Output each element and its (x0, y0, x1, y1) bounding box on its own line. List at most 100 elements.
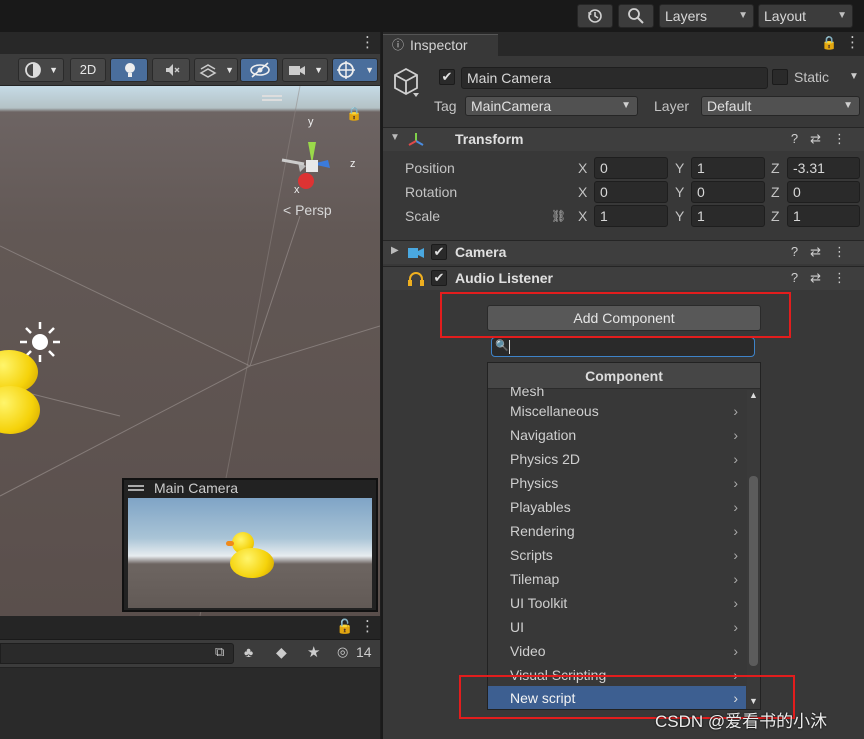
menu-item-ui-toolkit[interactable]: UI Toolkit › (488, 591, 746, 615)
mode-2d-label: 2D (79, 62, 97, 77)
menu-item-physics[interactable]: Physics › (488, 471, 746, 495)
effects-toggle[interactable]: ▼ (194, 58, 238, 82)
axis-x-label: X (578, 160, 588, 176)
gizmos-button[interactable]: ▼ (332, 58, 378, 82)
lock-icon[interactable]: 🔒 (821, 35, 837, 51)
layout-dropdown[interactable]: Layout ▼ (758, 4, 853, 28)
audio-toggle[interactable] (152, 58, 190, 82)
static-label: Static (794, 69, 830, 85)
foldout-expanded-icon[interactable]: ▼ (390, 132, 400, 143)
camera-preview-render (128, 498, 372, 608)
active-checkbox[interactable]: ✔ (439, 69, 455, 85)
filter-type-icon[interactable]: ♣ (244, 644, 253, 660)
audio-listener-enabled-checkbox[interactable]: ✔ (431, 270, 447, 286)
hidden-toggle-icon[interactable]: ◎ (337, 644, 348, 660)
chevron-right-icon: › (733, 403, 738, 419)
orientation-gizmo[interactable]: y z x (278, 116, 358, 208)
axis-y-label: Y (675, 184, 685, 200)
object-name-value: Main Camera (467, 70, 552, 86)
axis-x-label: x (294, 184, 300, 196)
field-value: 1 (697, 208, 705, 224)
lock-icon[interactable]: 🔓 (336, 618, 353, 635)
menu-item-navigation[interactable]: Navigation › (488, 423, 746, 447)
search-button[interactable] (618, 4, 654, 28)
chevron-down-icon: ▼ (738, 10, 748, 21)
component-header-icons[interactable]: ?⇄⋮ (791, 131, 858, 147)
more-menu-icon[interactable]: ⋮ (360, 33, 375, 51)
rotation-z-field[interactable]: 0 (787, 181, 860, 203)
menu-item-rendering[interactable]: Rendering › (488, 519, 746, 543)
camera-enabled-checkbox[interactable]: ✔ (431, 244, 447, 260)
chevron-right-icon: › (733, 547, 738, 563)
layer-dropdown[interactable]: Default ▼ (701, 96, 860, 116)
position-x-field[interactable]: 0 (594, 157, 668, 179)
transform-header[interactable]: ▼ Transform ?⇄⋮ (383, 127, 864, 151)
more-menu-icon[interactable]: ⋮ (360, 617, 375, 635)
perspective-label[interactable]: < Persp (283, 202, 332, 218)
scale-z-field[interactable]: 1 (787, 205, 860, 227)
scroll-up-icon[interactable]: ▲ (749, 390, 758, 400)
history-icon (588, 9, 602, 23)
constrain-proportions-icon[interactable]: ⛓ (551, 209, 566, 223)
favorite-star-icon[interactable]: ★ (307, 643, 320, 661)
axis-z-label: Z (771, 208, 780, 224)
search-input[interactable]: ⧉ (0, 643, 234, 664)
axis-y-label: Y (675, 208, 685, 224)
menu-item-video[interactable]: Video › (488, 639, 746, 663)
scroll-thumb[interactable] (749, 476, 758, 666)
component-menu: Component Mesh Miscellaneous › Navigation… (487, 362, 761, 710)
field-value: 1 (600, 208, 608, 224)
field-value: 0 (697, 184, 705, 200)
chevron-down-icon[interactable]: ▼ (849, 71, 859, 82)
search-icon: 🔍 (495, 340, 509, 352)
object-name-field[interactable]: Main Camera (461, 67, 768, 89)
component-search-input[interactable]: 🔍 (491, 337, 755, 357)
camera-settings-button[interactable]: ▼ (282, 58, 328, 82)
rotation-x-field[interactable]: 0 (594, 181, 668, 203)
chevron-down-icon: ▼ (621, 100, 631, 111)
hidden-objects-toggle[interactable] (240, 58, 278, 82)
menu-item-physics-2d[interactable]: Physics 2D › (488, 447, 746, 471)
more-menu-icon[interactable]: ⋮ (845, 33, 860, 51)
tag-value: MainCamera (471, 98, 552, 114)
menu-scrollbar[interactable]: ▲ ▼ (747, 390, 760, 709)
scale-y-field[interactable]: 1 (691, 205, 765, 227)
panel-content (0, 668, 380, 739)
menu-item-mesh[interactable]: Mesh (488, 387, 746, 399)
component-menu-header: Component (488, 363, 760, 389)
rotation-y-field[interactable]: 0 (691, 181, 765, 203)
search-expand-icon[interactable]: ⧉ (215, 644, 224, 660)
layers-label: Layers (665, 8, 708, 24)
menu-item-playables[interactable]: Playables › (488, 495, 746, 519)
layout-label: Layout (764, 8, 807, 24)
mode-2d-button[interactable]: 2D (70, 58, 106, 82)
axis-x-label: X (578, 208, 588, 224)
duck-object[interactable] (0, 350, 40, 440)
drag-handle-icon[interactable] (128, 485, 144, 491)
position-y-field[interactable]: 1 (691, 157, 765, 179)
chevron-right-icon: › (733, 475, 738, 491)
shading-mode-button[interactable]: ▼ (18, 58, 64, 82)
component-header-icons[interactable]: ?⇄⋮ (791, 270, 858, 286)
audio-listener-header[interactable]: ✔ Audio Listener ?⇄⋮ (383, 266, 864, 290)
scale-x-field[interactable]: 1 (594, 205, 668, 227)
menu-item-ui[interactable]: UI › (488, 615, 746, 639)
label-filter-icon[interactable]: ◆ (276, 644, 287, 661)
top-toolbar: Layers ▼ Layout ▼ (0, 0, 864, 32)
menu-item-tilemap[interactable]: Tilemap › (488, 567, 746, 591)
menu-item-scripts[interactable]: Scripts › (488, 543, 746, 567)
component-header-icons[interactable]: ?⇄⋮ (791, 244, 858, 260)
history-button[interactable] (577, 4, 613, 28)
static-checkbox[interactable] (772, 69, 788, 85)
menu-item-miscellaneous[interactable]: Miscellaneous › (488, 399, 746, 423)
position-z-field[interactable]: -3.31 (787, 157, 860, 179)
foldout-collapsed-icon[interactable]: ▶ (391, 245, 399, 256)
gameobject-cube-icon[interactable] (391, 66, 421, 98)
lighting-toggle[interactable] (110, 58, 148, 82)
layers-dropdown[interactable]: Layers ▼ (659, 4, 754, 28)
view-options-handle[interactable] (262, 95, 282, 101)
tab-inspector[interactable]: ⓘ Inspector (383, 34, 498, 56)
tag-dropdown[interactable]: MainCamera ▼ (465, 96, 638, 116)
camera-component-header[interactable]: ▶ ✔ Camera ?⇄⋮ (383, 240, 864, 264)
audio-mute-icon (166, 64, 180, 76)
